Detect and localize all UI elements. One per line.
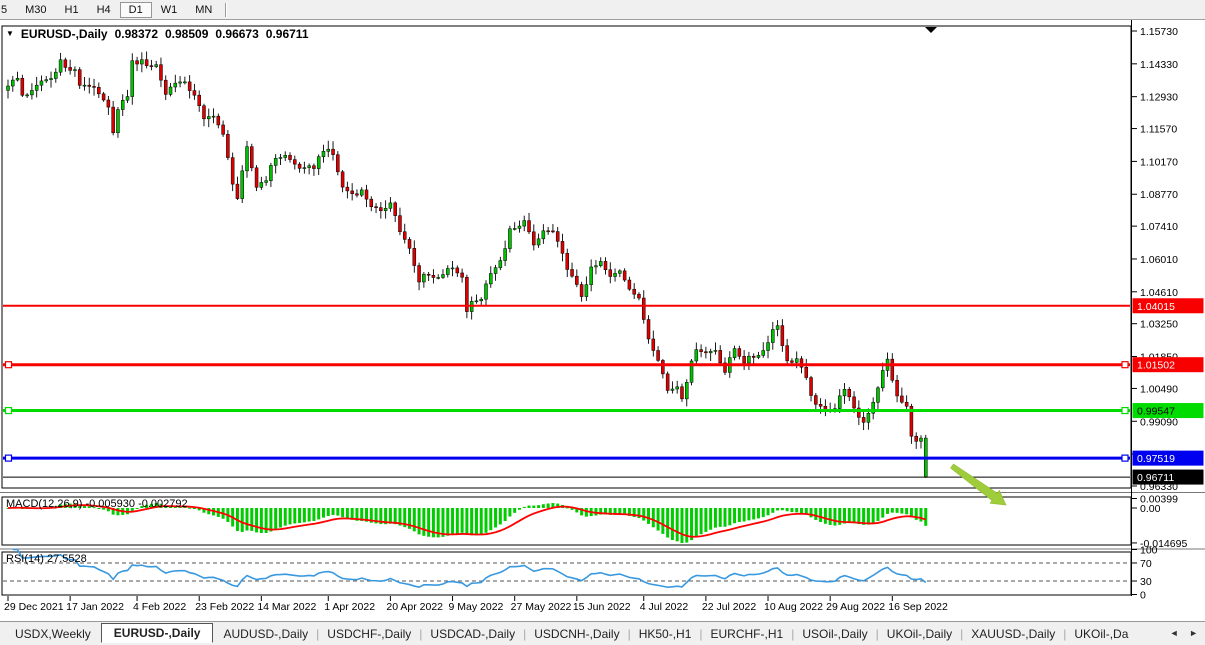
tab-separator: | <box>1063 627 1066 641</box>
tab-scroll-right-icon[interactable]: ► <box>1189 628 1202 638</box>
rsi-tick-label: 100 <box>1140 545 1158 557</box>
mt4-window: 1.15730 1.14330 1.12930 1.11570 1.10170 1.087… <box>0 0 1205 645</box>
price-tick-label: 1.10170 <box>1140 156 1178 168</box>
timeframe-button-h1[interactable]: H1 <box>56 2 88 18</box>
ohlc-low: 0.96673 <box>215 27 258 41</box>
symbol-tabbar: USDX,WeeklyEURUSD-,DailyAUDUSD-,Daily|US… <box>0 621 1205 645</box>
chart-tab-usoil-daily[interactable]: USOil-,Daily <box>797 625 872 643</box>
price-badge-label: 0.99547 <box>1137 406 1175 418</box>
level-marker-right[interactable] <box>1122 362 1128 368</box>
chart-tab-ukoil-daily[interactable]: UKOil-,Daily <box>882 625 957 643</box>
timeframe-toolbar: 5M30H1H4D1W1MN <box>0 0 1205 20</box>
price-tick-label: 1.03250 <box>1140 319 1178 331</box>
chart-tab-usdchf-daily[interactable]: USDCHF-,Daily <box>322 625 416 643</box>
date-tick-label: 20 Apr 2022 <box>386 601 443 613</box>
price-tick-label: 1.14330 <box>1140 59 1178 71</box>
ohlc-open: 0.98372 <box>115 27 158 41</box>
chart-tab-eurusd-daily[interactable]: EURUSD-,Daily <box>101 623 214 643</box>
level-marker-right[interactable] <box>1122 408 1128 414</box>
chart-tab-audusd-daily[interactable]: AUDUSD-,Daily <box>218 625 313 643</box>
timeframe-button-h4[interactable]: H4 <box>88 2 120 18</box>
tab-separator: | <box>960 627 963 641</box>
price-badge-label: 0.96711 <box>1137 472 1174 484</box>
date-tick-label: 16 Sep 2022 <box>888 601 948 613</box>
tab-separator: | <box>316 627 319 641</box>
tab-separator: | <box>791 627 794 641</box>
level-marker-left[interactable] <box>6 362 12 368</box>
date-tick-label: 23 Feb 2022 <box>195 601 254 613</box>
price-tick-label: 1.04610 <box>1140 287 1178 299</box>
tab-separator: | <box>419 627 422 641</box>
rsi-indicator-label: RSI(14) 27.5528 <box>6 553 87 565</box>
level-marker-left[interactable] <box>6 408 12 414</box>
chart-symbol-label: EURUSD-,Daily <box>21 27 108 41</box>
date-tick-label: 29 Aug 2022 <box>826 601 885 613</box>
rsi-tick-label: 30 <box>1140 576 1152 588</box>
tab-separator: | <box>699 627 702 641</box>
chevron-down-icon[interactable]: ▼ <box>6 29 14 38</box>
rsi-pane <box>2 552 1131 595</box>
tab-separator: | <box>628 627 631 641</box>
date-tick-label: 1 Apr 2022 <box>324 601 375 613</box>
tab-scroll-left-icon[interactable]: ◄ <box>1170 628 1183 638</box>
ohlc-high: 0.98509 <box>165 27 208 41</box>
price-tick-label: 0.99090 <box>1140 416 1178 428</box>
level-marker-left[interactable] <box>6 455 12 461</box>
date-tick-label: 9 May 2022 <box>449 601 504 613</box>
date-tick-label: 22 Jul 2022 <box>702 601 756 613</box>
tab-separator: | <box>876 627 879 641</box>
date-tick-label: 27 May 2022 <box>511 601 572 613</box>
timeframe-button-d1[interactable]: D1 <box>120 2 152 18</box>
date-tick-label: 15 Jun 2022 <box>573 601 631 613</box>
tab-separator: | <box>523 627 526 641</box>
price-tick-label: 1.15730 <box>1140 26 1178 38</box>
date-tick-label: 29 Dec 2021 <box>4 601 64 613</box>
chart-tab-usdcad-daily[interactable]: USDCAD-,Daily <box>425 625 520 643</box>
macd-tick-label: 0.00 <box>1140 503 1161 515</box>
price-tick-label: 1.00490 <box>1140 383 1178 395</box>
price-badge-label: 0.97519 <box>1137 453 1175 465</box>
price-tick-label: 1.08770 <box>1140 189 1178 201</box>
date-tick-label: 10 Aug 2022 <box>764 601 823 613</box>
price-badge-label: 1.01502 <box>1137 360 1175 372</box>
date-tick-label: 14 Mar 2022 <box>257 601 316 613</box>
chart-tab-ukoil-da[interactable]: UKOil-,Da <box>1069 625 1133 643</box>
rsi-tick-label: 70 <box>1140 558 1152 570</box>
price-tick-label: 1.07410 <box>1140 221 1178 233</box>
date-tick-label: 4 Feb 2022 <box>133 601 186 613</box>
chart-tab-usdx-weekly[interactable]: USDX,Weekly <box>10 625 96 643</box>
timeframe-button-w1[interactable]: W1 <box>152 2 187 18</box>
price-badge-label: 1.04015 <box>1137 301 1175 313</box>
timeframe-button-mn[interactable]: MN <box>186 2 221 18</box>
chart-tab-xauusd-daily[interactable]: XAUUSD-,Daily <box>966 625 1060 643</box>
timeframe-button-5[interactable]: 5 <box>0 2 16 18</box>
price-tick-label: 1.11570 <box>1140 124 1177 136</box>
price-tick-label: 1.12930 <box>1140 92 1178 104</box>
rsi-tick-label: 0 <box>1140 590 1146 602</box>
tab-scroll-arrows: ◄ ► <box>1170 628 1202 638</box>
date-tick-label: 4 Jul 2022 <box>640 601 689 613</box>
chart-title: ▼ EURUSD-,Daily 0.98372 0.98509 0.96673 … <box>6 27 309 41</box>
chart-tab-eurchf-h1[interactable]: EURCHF-,H1 <box>706 625 789 643</box>
chart-tab-hk50-h1[interactable]: HK50-,H1 <box>634 625 697 643</box>
macd-indicator-label: MACD(12,26,9) -0.005930 -0.002792 <box>6 498 188 510</box>
toolbar-separator <box>225 3 227 17</box>
date-tick-label: 17 Jan 2022 <box>66 601 124 613</box>
chart-tab-usdcnh-daily[interactable]: USDCNH-,Daily <box>529 625 624 643</box>
timeframe-button-m30[interactable]: M30 <box>16 2 55 18</box>
chart-canvas[interactable]: 1.15730 1.14330 1.12930 1.11570 1.10170 1.087… <box>0 0 1205 645</box>
level-marker-right[interactable] <box>1122 455 1128 461</box>
price-tick-label: 1.06010 <box>1140 254 1178 266</box>
ohlc-close: 0.96711 <box>266 27 309 41</box>
